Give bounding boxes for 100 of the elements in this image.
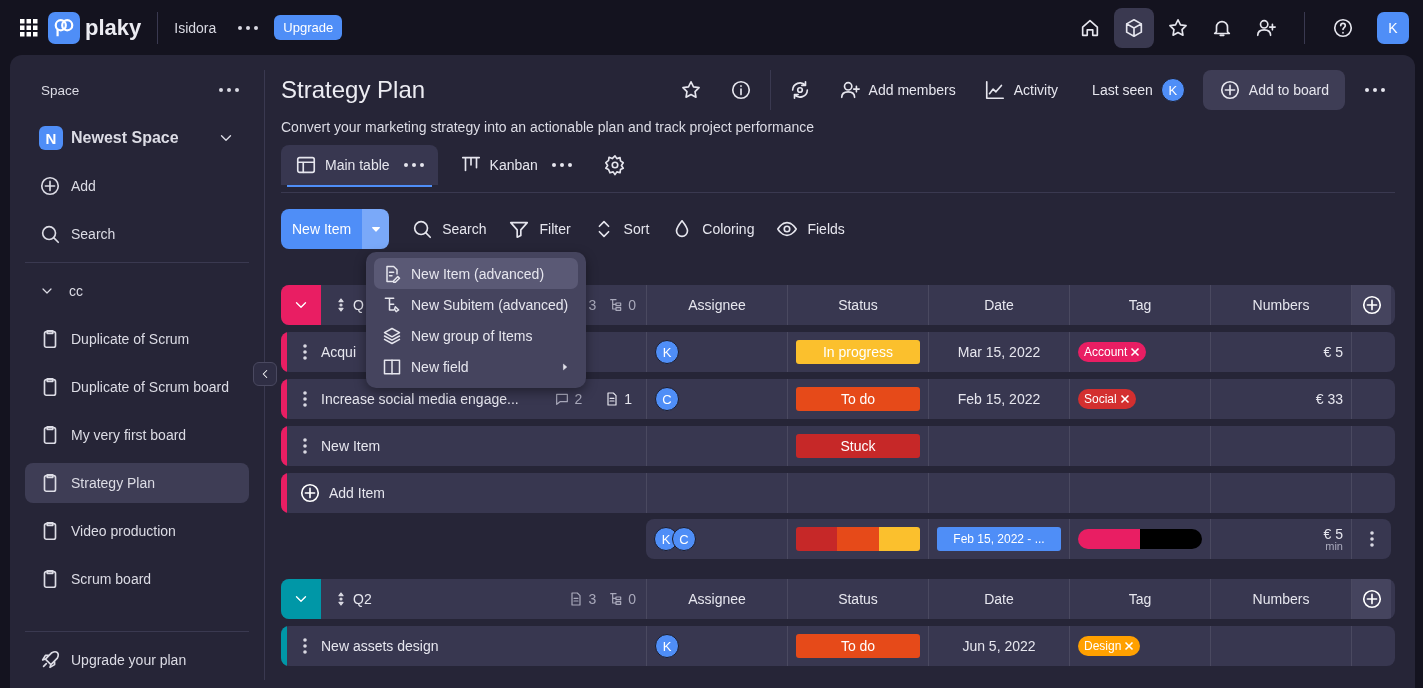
file-count: 1: [624, 391, 632, 407]
layers-icon: [382, 325, 402, 346]
add-button[interactable]: Add: [25, 166, 249, 206]
column-header[interactable]: Status: [838, 297, 878, 313]
apps-grid-icon[interactable]: [20, 18, 38, 37]
menu-item[interactable]: New field: [374, 351, 578, 382]
folder-item[interactable]: cc: [25, 271, 249, 311]
add-item-button[interactable]: Add Item: [329, 485, 646, 501]
logo-icon: [48, 11, 80, 44]
coloring-button[interactable]: Coloring: [671, 218, 755, 240]
plus-icon: [1218, 79, 1241, 101]
column-header[interactable]: Numbers: [1252, 591, 1310, 607]
more-icon[interactable]: [238, 25, 259, 30]
space-selector[interactable]: N Newest Space: [25, 118, 249, 158]
collapse-sidebar-button[interactable]: [253, 362, 277, 386]
board-title: Strategy Plan: [281, 76, 426, 104]
row-menu-icon[interactable]: [303, 344, 307, 360]
column-header[interactable]: Date: [984, 591, 1014, 607]
item-name[interactable]: New Item: [321, 438, 646, 454]
more-icon[interactable]: [219, 88, 239, 92]
row-menu-icon[interactable]: [303, 438, 307, 454]
plus-icon: [1360, 588, 1383, 610]
board-item[interactable]: Video production: [25, 511, 249, 551]
cube-button[interactable]: [1114, 7, 1154, 48]
board-description: Convert your marketing strategy into an actionable plan and track project performance: [281, 119, 816, 135]
board-item[interactable]: Duplicate of Scrum board: [25, 367, 249, 407]
menu-item[interactable]: New group of Items: [374, 320, 578, 351]
date-cell: Feb 15, 2022: [957, 391, 1041, 407]
board-item[interactable]: Duplicate of Scrum: [25, 319, 249, 359]
search-button[interactable]: Search: [25, 214, 249, 254]
column-header[interactable]: Numbers: [1252, 297, 1310, 313]
add-to-board-button[interactable]: Add to board: [1202, 70, 1345, 110]
row-menu-icon[interactable]: [303, 391, 307, 407]
column-header[interactable]: Tag: [1128, 297, 1152, 313]
add-column-button[interactable]: [1351, 579, 1391, 619]
more-icon[interactable]: [403, 163, 424, 167]
settings-icon[interactable]: [603, 154, 626, 176]
more-icon[interactable]: [1369, 531, 1374, 547]
item-name[interactable]: New assets design: [321, 638, 646, 654]
tag-chip[interactable]: Account: [1078, 342, 1147, 362]
number-cell: € 33: [1315, 391, 1343, 407]
search-icon: [411, 218, 434, 240]
filter-button[interactable]: Filter: [508, 218, 571, 240]
column-header[interactable]: Date: [984, 297, 1014, 313]
fields-button[interactable]: Fields: [776, 218, 845, 240]
remove-icon[interactable]: [1130, 347, 1141, 357]
item-count: 3: [588, 297, 597, 313]
comment-icon: [554, 391, 571, 407]
column-header[interactable]: Status: [838, 591, 878, 607]
comment-count: 2: [574, 391, 583, 407]
view-tab[interactable]: Main table: [281, 145, 438, 185]
date-range: Feb 15, 2022 - ...: [937, 527, 1061, 551]
view-tab[interactable]: Kanban: [445, 145, 586, 185]
board-item[interactable]: Scrum board: [25, 559, 249, 599]
status-label[interactable]: To do: [796, 387, 920, 411]
add-column-button[interactable]: [1351, 285, 1391, 325]
more-icon[interactable]: [1365, 88, 1385, 92]
star-icon[interactable]: [679, 79, 702, 101]
number-cell: € 5: [1323, 344, 1343, 360]
status-label[interactable]: To do: [796, 634, 920, 658]
column-header[interactable]: Assignee: [688, 297, 746, 313]
summary-label: min: [1325, 540, 1343, 552]
sort-button[interactable]: Sort: [592, 218, 650, 240]
item-name[interactable]: Increase social media engage...: [321, 391, 547, 407]
date-cell: Jun 5, 2022: [962, 638, 1036, 654]
column-header[interactable]: Tag: [1128, 591, 1152, 607]
plus-icon: [39, 175, 61, 197]
cube-icon: [1123, 16, 1145, 39]
last-seen-label[interactable]: Last seen: [1092, 82, 1153, 98]
board-item[interactable]: My very first board: [25, 415, 249, 455]
upgrade-plan-link[interactable]: Upgrade your plan: [25, 640, 249, 680]
plus-icon: [1360, 294, 1383, 316]
column-header[interactable]: Assignee: [688, 591, 746, 607]
add-user-icon: [838, 79, 861, 101]
activity-button[interactable]: Activity: [973, 70, 1069, 110]
date-cell: Mar 15, 2022: [957, 344, 1041, 360]
submenu-arrow-icon: [560, 361, 570, 372]
row-menu-icon[interactable]: [303, 638, 307, 654]
star-icon: [1167, 16, 1189, 39]
item-count: 3: [588, 591, 597, 607]
group-name[interactable]: Q2: [353, 591, 561, 607]
subitem-count: 0: [628, 297, 636, 313]
menu-item[interactable]: New Item (advanced): [374, 258, 578, 289]
menu-item[interactable]: New Subitem (advanced): [374, 289, 578, 320]
search-button[interactable]: Search: [411, 218, 487, 240]
more-icon[interactable]: [551, 163, 572, 167]
status-label[interactable]: Stuck: [796, 434, 920, 458]
tag-chip[interactable]: Social: [1078, 389, 1136, 409]
subitem-count: 0: [628, 591, 636, 607]
add-members-button[interactable]: Add members: [828, 70, 966, 110]
search-icon: [39, 223, 61, 245]
new-item-dropdown-button[interactable]: [362, 209, 390, 249]
workspace-name[interactable]: Isidora: [174, 19, 217, 36]
rocket-icon: [39, 649, 61, 671]
remove-icon[interactable]: [1119, 394, 1130, 404]
info-icon[interactable]: [729, 79, 752, 101]
board-item[interactable]: Strategy Plan: [25, 463, 249, 503]
plus-icon: [299, 482, 321, 504]
help-icon[interactable]: [1332, 16, 1354, 39]
table-icon: [295, 154, 317, 176]
